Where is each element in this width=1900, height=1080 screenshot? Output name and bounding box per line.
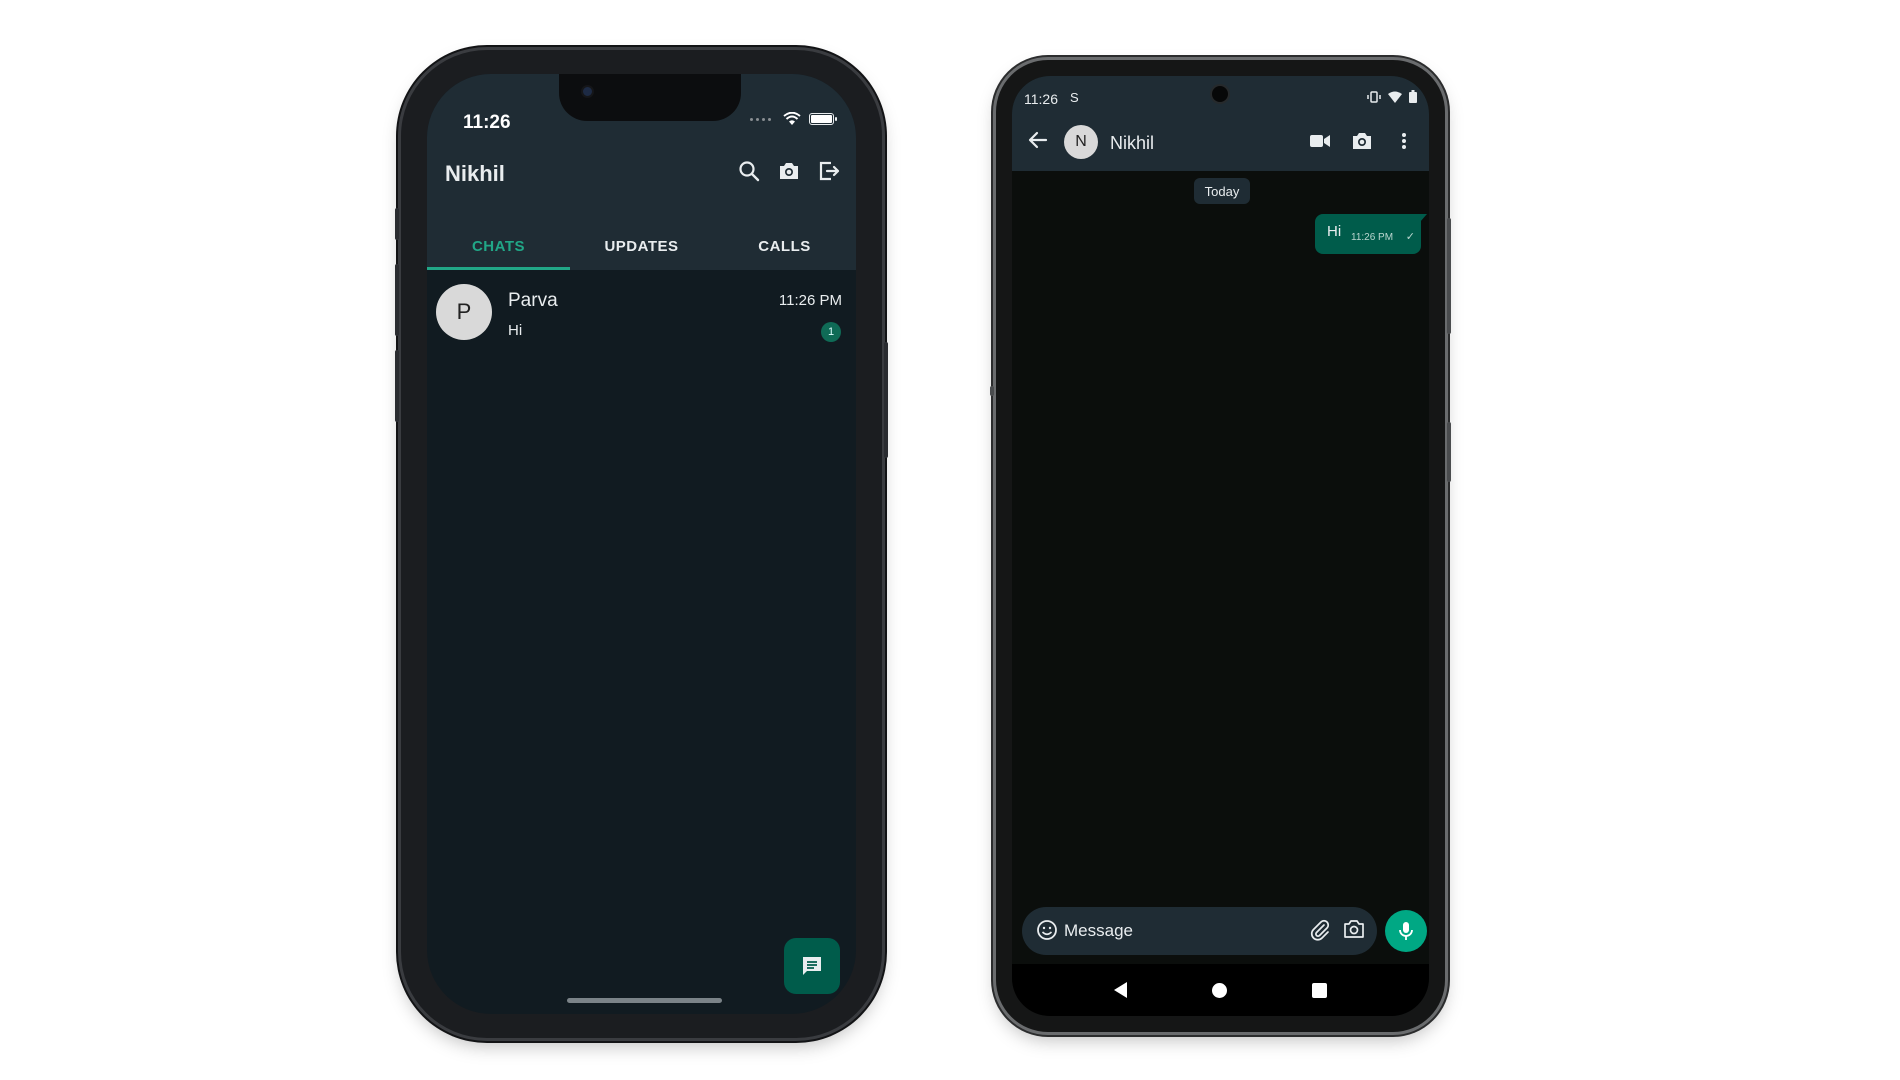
mic-hole: [990, 386, 994, 396]
status-time: 11:26: [463, 112, 511, 133]
message-input[interactable]: Message: [1022, 907, 1377, 955]
more-options-button[interactable]: [1391, 128, 1417, 154]
attach-button[interactable]: [1309, 919, 1331, 946]
power-button: [1447, 422, 1451, 482]
vibrate-icon: [1367, 90, 1381, 103]
battery-icon: [809, 113, 837, 125]
silent-switch: [395, 208, 399, 240]
android-nav-bar: [1012, 964, 1429, 1016]
page-title: Nikhil: [445, 161, 505, 186]
notch: [559, 74, 741, 121]
camera-icon: [1344, 920, 1364, 938]
tab-chats[interactable]: CHATS: [427, 234, 570, 270]
iphone-device: 11:26 Nikhil CHATS UPDATES CALLS P Parva…: [395, 50, 888, 1038]
sent-check-icon: ✓: [1405, 231, 1415, 243]
ios-screen: 11:26 Nikhil CHATS UPDATES CALLS P Parva…: [427, 74, 856, 1014]
camera-button[interactable]: [1349, 128, 1375, 154]
camera-icon: [1353, 133, 1371, 149]
signal-icon: [750, 117, 771, 121]
nav-recents-button[interactable]: [1311, 982, 1327, 998]
date-chip: Today: [1194, 178, 1250, 204]
header-actions: [736, 158, 842, 184]
camera-button[interactable]: [1343, 919, 1365, 944]
back-arrow-icon: [1028, 131, 1048, 149]
contact-name[interactable]: Nikhil: [1110, 133, 1154, 154]
contact-avatar[interactable]: N: [1064, 125, 1098, 159]
status-notification-icon: S: [1070, 90, 1079, 105]
video-call-button[interactable]: [1307, 128, 1333, 154]
power-button: [884, 342, 888, 458]
back-button[interactable]: [1028, 130, 1048, 155]
attach-icon: [1310, 919, 1330, 941]
more-vert-icon: [1402, 133, 1406, 149]
volume-down-button: [395, 350, 399, 422]
mic-icon: [1399, 922, 1413, 940]
voice-message-button[interactable]: [1385, 910, 1427, 952]
status-time: 11:26: [1024, 91, 1058, 107]
message-text: Hi: [1327, 223, 1342, 240]
wifi-icon: [1388, 91, 1402, 103]
camera-button[interactable]: [776, 158, 802, 184]
chat-time: 11:26 PM: [778, 292, 842, 309]
tab-bar: CHATS UPDATES CALLS: [427, 234, 856, 270]
home-indicator[interactable]: [567, 998, 722, 1003]
tab-calls[interactable]: CALLS: [713, 234, 856, 270]
avatar: P: [436, 284, 492, 340]
chat-name: Parva: [508, 290, 558, 311]
logout-button[interactable]: [816, 158, 842, 184]
emoji-button[interactable]: [1036, 919, 1058, 946]
status-icons: [1367, 90, 1417, 103]
unread-badge: 1: [821, 322, 841, 342]
video-call-icon: [1310, 135, 1330, 147]
outgoing-message-bubble[interactable]: Hi 11:26 PM ✓: [1315, 214, 1427, 254]
android-screen: 11:26 S N Nikhil Today Hi 11:26 PM ✓ Mes…: [1012, 76, 1429, 1016]
nav-home-button[interactable]: [1211, 982, 1227, 998]
tab-updates[interactable]: UPDATES: [570, 234, 713, 270]
nav-back-button[interactable]: [1114, 982, 1128, 998]
header-actions: [1307, 128, 1417, 154]
new-chat-icon: [803, 957, 821, 975]
logout-icon: [819, 161, 840, 181]
search-icon: [739, 161, 760, 182]
front-camera: [1212, 86, 1228, 102]
emoji-icon: [1037, 920, 1057, 940]
new-chat-button[interactable]: [784, 938, 840, 994]
chat-list-item[interactable]: P Parva Hi 11:26 PM 1: [427, 278, 856, 354]
volume-button: [1447, 218, 1451, 334]
chat-last-message: Hi: [508, 322, 523, 339]
wifi-icon: [783, 112, 801, 125]
message-placeholder: Message: [1064, 921, 1133, 940]
volume-up-button: [395, 264, 399, 336]
battery-icon: [1409, 90, 1417, 103]
status-icons: [750, 112, 837, 126]
camera-icon: [780, 163, 798, 179]
search-button[interactable]: [736, 158, 762, 184]
message-time: 11:26 PM: [1351, 232, 1394, 243]
android-device: 11:26 S N Nikhil Today Hi 11:26 PM ✓ Mes…: [990, 60, 1451, 1032]
front-camera: [583, 87, 592, 96]
